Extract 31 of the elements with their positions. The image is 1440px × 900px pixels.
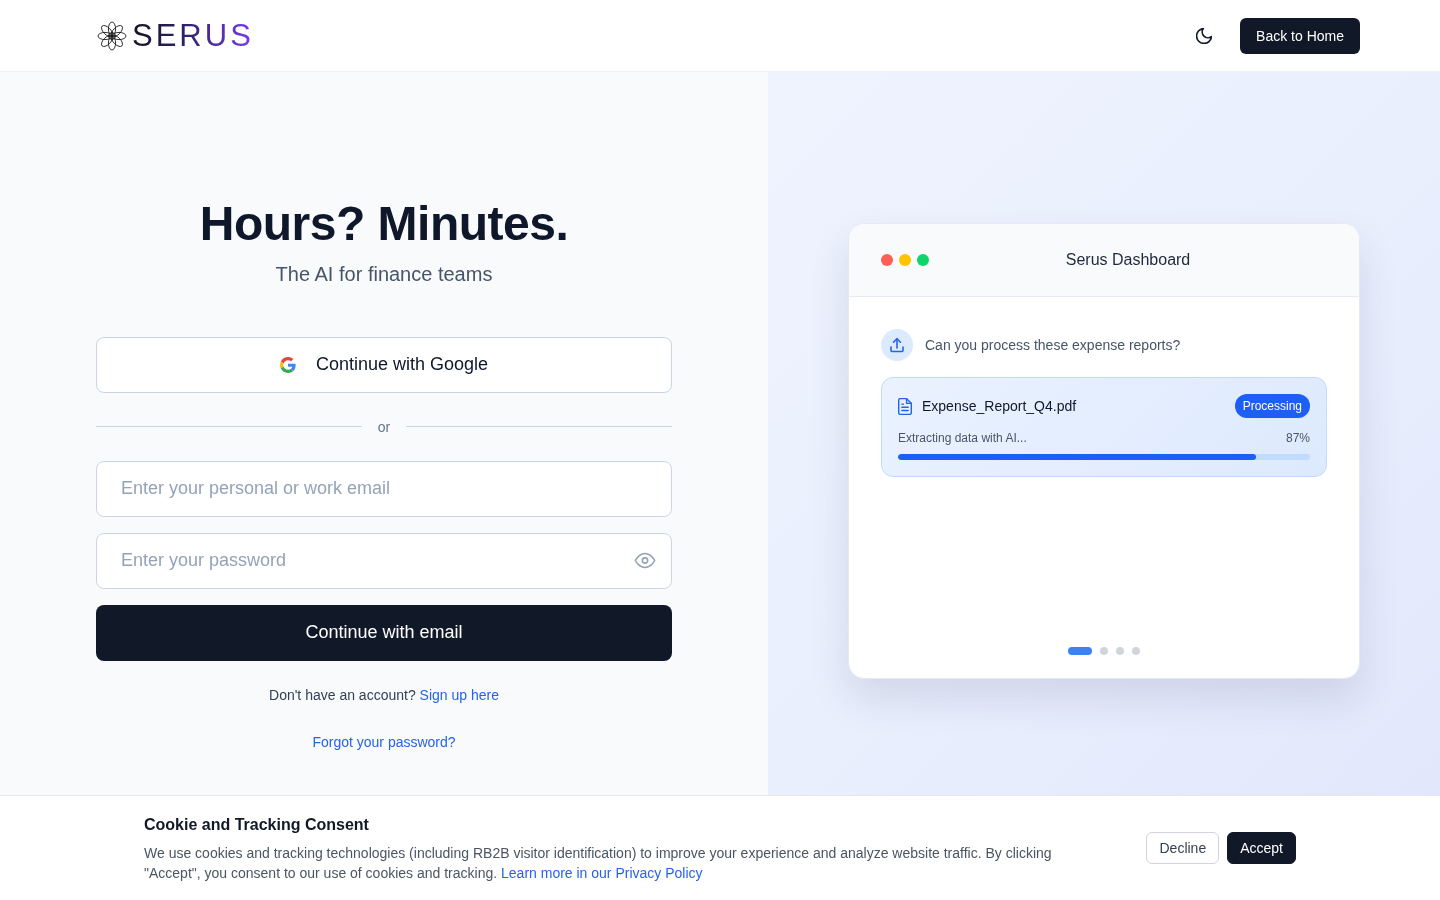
- divider-text: or: [377, 417, 391, 437]
- eye-icon[interactable]: [634, 552, 656, 570]
- forgot-password-link[interactable]: Forgot your password?: [312, 731, 456, 752]
- signup-prompt: Don't have an account? Sign up here: [268, 685, 500, 705]
- accept-button[interactable]: Accept: [1227, 832, 1296, 864]
- email-field[interactable]: Enter your personal or work email: [96, 460, 672, 517]
- signup-link[interactable]: Sign up here: [419, 686, 499, 703]
- back-to-home-button[interactable]: Back to Home: [1240, 17, 1360, 54]
- privacy-policy-link[interactable]: Learn more in our Privacy Policy: [501, 865, 703, 881]
- continue-with-email-button[interactable]: Continue with email: [96, 604, 672, 661]
- dashboard-title: Serus Dashboard: [1064, 251, 1192, 269]
- carousel-dot[interactable]: [1100, 647, 1108, 655]
- decline-button[interactable]: Decline: [1146, 832, 1220, 864]
- progress-percent: 87%: [1285, 430, 1310, 446]
- flower-logo-icon: [96, 19, 128, 52]
- carousel-dot[interactable]: [1132, 647, 1140, 655]
- hero-title: Hours? Minutes.: [198, 196, 570, 252]
- status-badge: Processing: [1234, 394, 1310, 418]
- cookie-text: We use cookies and tracking technologies (including RB2B visitor identification) to improve your experience and analyze website traffic. By clicking "Accept", you consent to our use of cookies and tracking. Learn more in our Privacy Policy: [144, 844, 1053, 883]
- google-sign-in-button[interactable]: Continue with Google: [96, 336, 672, 393]
- upload-icon: [881, 329, 913, 361]
- google-g-icon: [279, 356, 296, 373]
- document-icon: [898, 397, 912, 415]
- password-field[interactable]: Enter your password: [96, 532, 672, 589]
- moon-icon[interactable]: [1196, 27, 1213, 44]
- cookie-title: Cookie and Tracking Consent: [144, 815, 370, 835]
- file-name: Expense_Report_Q4.pdf: [922, 398, 1078, 414]
- progress-label: Extracting data with AI...: [898, 430, 1027, 446]
- chat-message: Can you process these expense reports?: [925, 337, 1181, 353]
- hero-subtitle: The AI for finance teams: [274, 261, 494, 287]
- carousel-dot[interactable]: [1116, 647, 1124, 655]
